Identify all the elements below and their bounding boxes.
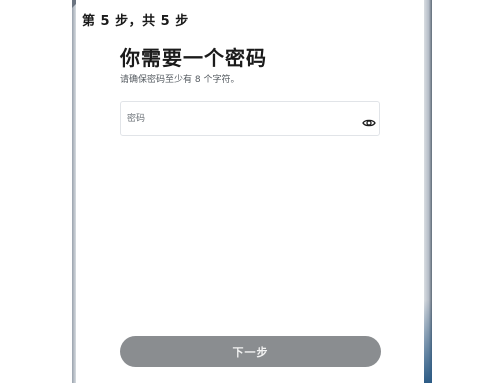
page-title: 你需要一个密码 [120,46,267,70]
password-input[interactable] [127,122,347,134]
desktop-glimpse [424,300,432,383]
password-field[interactable]: 密码 [120,101,380,136]
setup-window: 第 5 步，共 5 步 你需要一个密码 请确保密码至少有 8 个字符。 密码 下… [0,0,500,383]
page-subtitle: 请确保密码至少有 8 个字符。 [120,75,240,85]
next-button[interactable]: 下一步 [120,336,381,367]
eye-icon[interactable] [361,117,377,129]
step-indicator: 第 5 步，共 5 步 [82,14,189,29]
next-button-label: 下一步 [232,346,269,359]
